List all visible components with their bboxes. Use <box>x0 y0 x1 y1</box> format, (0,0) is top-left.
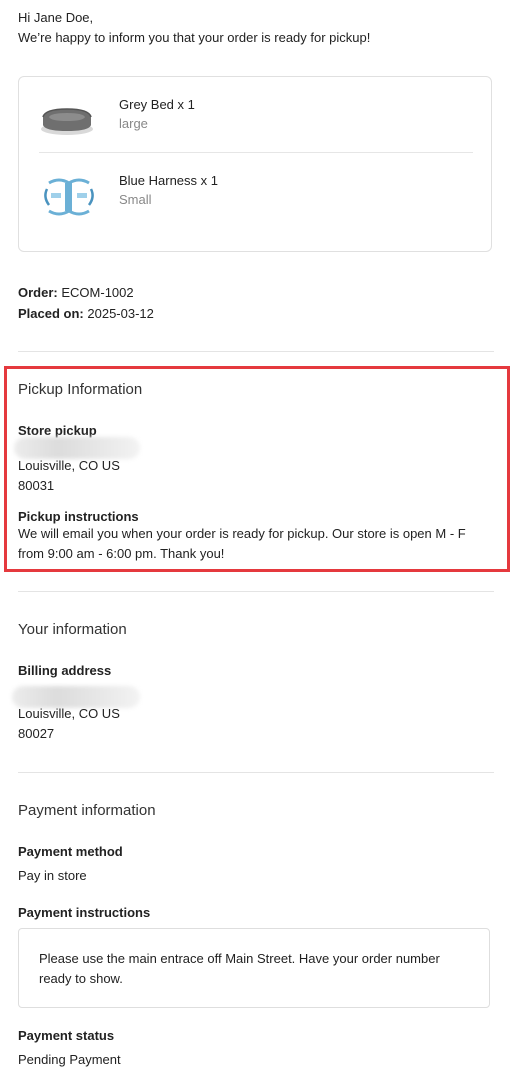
payment-instructions-box: Please use the main entrace off Main Str… <box>18 928 490 1008</box>
order-item: Grey Bed x 1 large <box>39 97 473 167</box>
item-variant: large <box>119 116 148 131</box>
order-items-card: Grey Bed x 1 large Blue Harness x 1 Smal… <box>18 76 492 252</box>
payment-method: Pay in store <box>18 868 87 883</box>
payment-instructions: Please use the main entrace off Main Str… <box>39 951 440 986</box>
pickup-instructions: We will email you when your order is rea… <box>18 526 466 561</box>
divider <box>18 591 494 592</box>
payment-status-label: Payment status <box>18 1028 115 1043</box>
order-number-label: Order: <box>18 285 58 300</box>
order-number: ECOM-1002 <box>61 285 134 300</box>
divider <box>18 351 494 352</box>
blue-harness-thumbnail-icon <box>39 173 99 223</box>
greeting-message: We’re happy to inform you that your orde… <box>18 30 371 45</box>
placed-on-date: 2025-03-12 <box>87 306 154 321</box>
pickup-zip: 80031 <box>18 478 55 493</box>
item-name: Grey Bed x 1 <box>119 97 195 112</box>
payment-method-label: Payment method <box>18 844 123 859</box>
pickup-section-title: Pickup Information <box>18 381 143 398</box>
grey-bed-thumbnail-icon <box>39 97 99 147</box>
item-name: Blue Harness x 1 <box>119 173 218 188</box>
greeting-salutation: Hi Jane Doe, <box>18 10 94 25</box>
item-variant: Small <box>119 192 152 207</box>
pickup-city: Louisville, CO US <box>18 458 120 473</box>
order-meta: Order: ECOM-1002 Placed on: 2025-03-12 <box>18 282 154 324</box>
payment-section-title: Payment information <box>18 802 156 819</box>
placed-on-label: Placed on: <box>18 306 84 321</box>
billing-zip: 80027 <box>18 726 55 741</box>
payment-status: Pending Payment <box>18 1052 121 1067</box>
greeting: Hi Jane Doe, We’re happy to inform you t… <box>18 8 498 48</box>
payment-instructions-label: Payment instructions <box>18 905 151 920</box>
order-item: Blue Harness x 1 Small <box>39 173 473 243</box>
billing-city: Louisville, CO US <box>18 706 120 721</box>
item-divider <box>39 152 473 153</box>
billing-address-label: Billing address <box>18 663 112 678</box>
pickup-instructions-label: Pickup instructions <box>18 509 139 524</box>
store-pickup-label: Store pickup <box>18 423 97 438</box>
divider <box>18 772 494 773</box>
your-info-title: Your information <box>18 621 127 638</box>
